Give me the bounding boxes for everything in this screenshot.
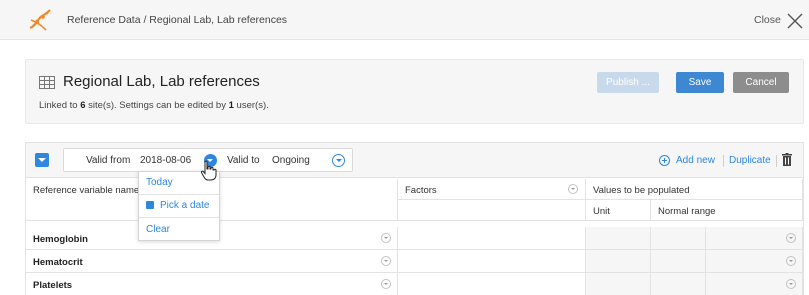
publish-button[interactable]: Publish ... <box>597 72 659 93</box>
pick-date-option[interactable]: Pick a date <box>160 200 209 211</box>
linked-suffix: user(s). <box>233 100 269 111</box>
valid-from-input[interactable]: 2018-08-06 <box>140 155 191 166</box>
calendar-icon <box>146 201 154 209</box>
valid-to-chevron-icon[interactable] <box>332 154 345 167</box>
table-icon <box>39 76 55 89</box>
chevron-down-icon[interactable] <box>381 256 391 266</box>
close-label[interactable]: Close <box>754 14 781 26</box>
row-range-cell[interactable] <box>651 250 722 273</box>
row-name-cell[interactable]: Hematocrit <box>26 250 398 273</box>
valid-to-label: Valid to <box>227 155 260 166</box>
col-reference-label: Reference variable name <box>33 185 140 196</box>
chevron-down-icon[interactable] <box>568 184 578 194</box>
hand-cursor-icon <box>200 160 217 181</box>
row-factors-cell[interactable] <box>398 250 586 273</box>
row-unit-cell[interactable] <box>586 250 651 273</box>
col-unit-label: Unit <box>593 206 610 217</box>
clear-option[interactable]: Clear <box>146 224 170 235</box>
linked-info: Linked to 6 site(s). Settings can be edi… <box>39 100 269 111</box>
separator <box>723 155 724 167</box>
row-range-cell[interactable] <box>651 227 722 250</box>
popup-divider <box>139 194 219 195</box>
row-unit-cell[interactable] <box>586 273 651 295</box>
row-range-cell[interactable] <box>706 273 803 295</box>
header-card: Regional Lab, Lab references Linked to 6… <box>25 59 804 124</box>
valid-to-select[interactable]: Ongoing <box>272 155 310 166</box>
today-option[interactable]: Today <box>146 177 173 188</box>
cancel-button[interactable]: Cancel <box>733 72 789 93</box>
header-factors-sub <box>398 200 586 221</box>
col-normal-range-label: Normal range <box>658 206 716 217</box>
row-name: Hemoglobin <box>33 234 88 245</box>
row-unit-cell[interactable] <box>586 227 651 250</box>
header-unit-cell: Unit <box>586 200 651 221</box>
row-factors-cell[interactable] <box>398 273 586 295</box>
row-name: Platelets <box>33 280 73 291</box>
row-range-cell[interactable] <box>706 227 803 250</box>
header-values-cell: Values to be populated <box>586 179 803 200</box>
row-range-cell[interactable] <box>706 250 803 273</box>
chevron-down-icon[interactable] <box>786 279 796 289</box>
chevron-down-icon[interactable] <box>381 233 391 243</box>
trash-icon[interactable] <box>782 153 792 166</box>
page-title: Regional Lab, Lab references <box>63 73 260 90</box>
row-name-cell[interactable]: Platelets <box>26 273 398 295</box>
duplicate-link[interactable]: Duplicate <box>729 155 771 166</box>
chevron-down-icon[interactable] <box>786 233 796 243</box>
row-name: Hematocrit <box>33 257 83 268</box>
header-normal-range-cell: Normal range <box>651 200 803 221</box>
header-factors-cell: Factors <box>398 179 586 200</box>
chevron-down-icon[interactable] <box>786 256 796 266</box>
popup-divider <box>139 217 219 218</box>
close-icon[interactable] <box>787 13 803 29</box>
add-new-link[interactable]: Add new <box>676 155 715 166</box>
valid-from-label: Valid from <box>86 155 131 166</box>
add-icon[interactable] <box>659 155 670 166</box>
save-button[interactable]: Save <box>676 72 724 93</box>
chevron-down-icon[interactable] <box>381 279 391 289</box>
row-factors-cell[interactable] <box>398 227 586 250</box>
top-bar: Reference Data / Regional Lab, Lab refer… <box>0 0 809 40</box>
col-values-label: Values to be populated <box>593 185 690 196</box>
logo-icon <box>29 9 51 31</box>
dropdown-icon[interactable] <box>35 153 49 167</box>
separator <box>776 155 777 167</box>
row-range-cell[interactable] <box>651 273 722 295</box>
breadcrumb: Reference Data / Regional Lab, Lab refer… <box>67 14 288 26</box>
linked-prefix: Linked to <box>39 100 81 111</box>
linked-mid: site(s). Settings can be edited by <box>85 100 229 111</box>
col-factors-label: Factors <box>405 185 437 196</box>
